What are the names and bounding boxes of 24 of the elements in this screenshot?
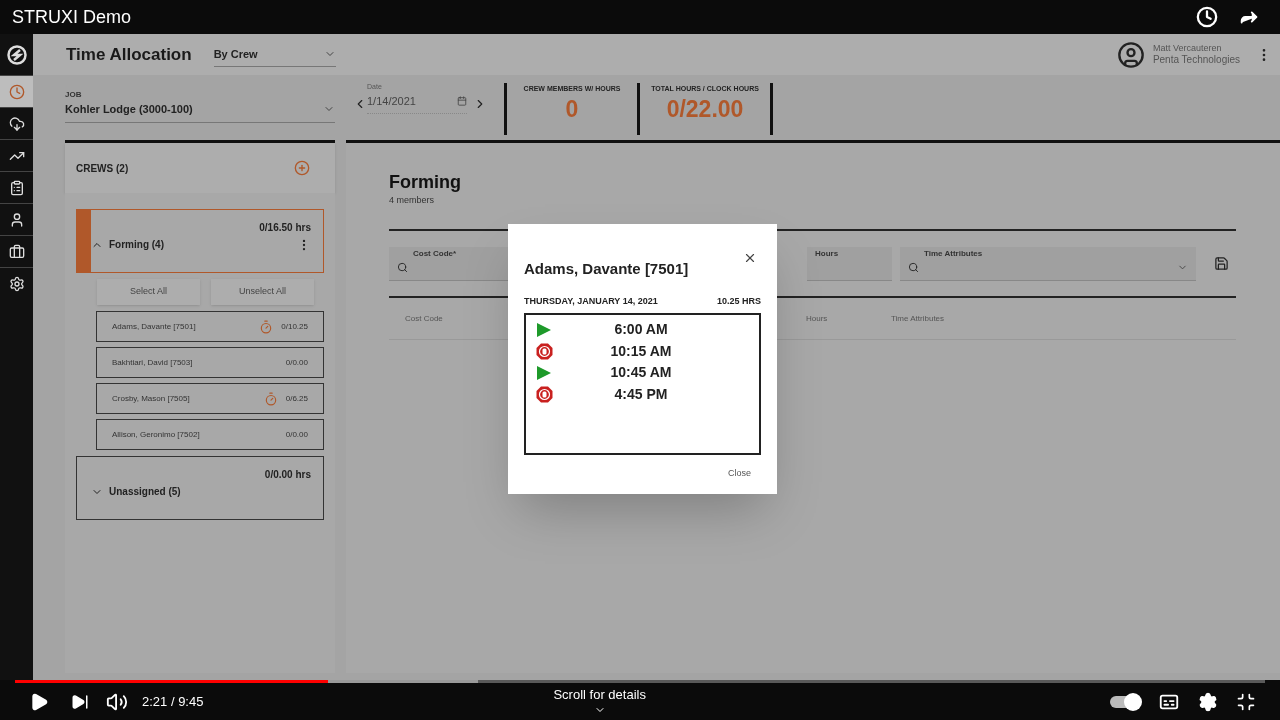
column-header: Cost Code bbox=[405, 312, 444, 325]
dialog-total: 10.25 HRS bbox=[716, 294, 761, 308]
dialog-date: THURSDAY, JANUARY 14, 2021 bbox=[524, 294, 658, 308]
video-title: STRUXI Demo bbox=[12, 5, 132, 29]
punch-time: 4:45 PM bbox=[613, 384, 669, 404]
company-name: Penta Technologies bbox=[1152, 53, 1240, 67]
time-display: 2:21 / 9:45 bbox=[142, 692, 204, 711]
crew-name: Forming (4) bbox=[109, 238, 164, 252]
crew-hours: 0/0.00 hrs bbox=[264, 468, 311, 482]
dialog-title: Adams, Davante [7501] bbox=[524, 259, 689, 279]
member-count: 4 members bbox=[389, 193, 435, 207]
crew-hours: 0/16.50 hrs bbox=[259, 221, 311, 235]
column-header: Time Attributes bbox=[891, 312, 945, 325]
user-name: Matt Vercauteren bbox=[1152, 42, 1223, 54]
stat-value: 0 bbox=[565, 94, 579, 124]
column-header: Hours bbox=[806, 312, 829, 325]
crew-name: Unassigned (5) bbox=[109, 485, 181, 499]
punch-time: 10:15 AM bbox=[609, 341, 673, 361]
stat-value: 0/22.00 bbox=[666, 94, 744, 124]
punch-time: 10:45 AM bbox=[609, 363, 673, 383]
crew-title: Forming bbox=[389, 171, 462, 194]
crews-title: CREWS (2) bbox=[76, 161, 129, 176]
page-title: Time Allocation bbox=[66, 43, 192, 66]
punch-time: 6:00 AM bbox=[613, 320, 669, 340]
